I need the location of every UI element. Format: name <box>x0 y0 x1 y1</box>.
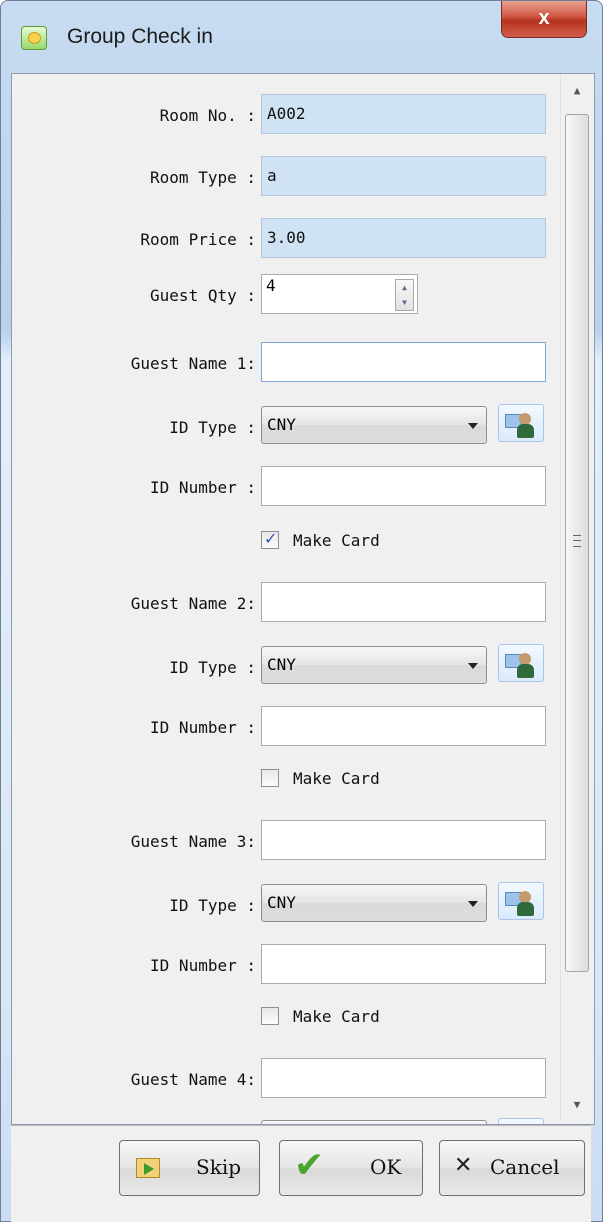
person-body-icon <box>517 664 534 678</box>
room-type-label: Room Type : <box>150 168 256 187</box>
scroll-thumb[interactable] <box>565 114 589 972</box>
guest-qty-value: 4 <box>266 276 276 295</box>
chevron-up-icon[interactable]: ▲ <box>396 280 413 295</box>
dialog-footer: Skip ✔ OK ✕ Cancel <box>11 1125 591 1222</box>
guest-name-label: Guest Name 3: <box>130 832 256 851</box>
id-type-label: ID Type : <box>169 896 256 915</box>
guest-3-read-id-button[interactable] <box>498 882 544 920</box>
guest-2-id-number-input[interactable] <box>261 706 546 746</box>
skip-button[interactable]: Skip <box>119 1140 260 1196</box>
make-card-label: Make Card <box>293 1007 380 1026</box>
guest-1-read-id-button[interactable] <box>498 404 544 442</box>
room-no-field: A002 <box>261 94 546 134</box>
guest-3-id-number-row: ID Number : <box>12 944 572 988</box>
id-type-value: CNY <box>267 655 296 674</box>
guest-2-read-id-button[interactable] <box>498 644 544 682</box>
window-title: Group Check in <box>67 25 213 48</box>
guest-2-make-card-row[interactable]: Make Card <box>261 766 461 794</box>
guest-3-name-input[interactable] <box>261 820 546 860</box>
vertical-scrollbar[interactable]: ▲ ▼ <box>560 74 593 1122</box>
scroll-up-arrow-icon[interactable]: ▲ <box>561 76 593 106</box>
chevron-down-icon[interactable]: ▼ <box>396 295 413 310</box>
guest-1-id-number-input[interactable] <box>261 466 546 506</box>
chevron-down-icon <box>468 423 478 429</box>
id-number-label: ID Number : <box>150 956 256 975</box>
guest-3-name-row: Guest Name 3: <box>12 820 572 864</box>
stepper-buttons[interactable]: ▲ ▼ <box>395 279 414 311</box>
guest-name-label: Guest Name 4: <box>130 1070 256 1089</box>
cancel-label: Cancel <box>490 1155 560 1179</box>
room-type-field: a <box>261 156 546 196</box>
id-type-value: CNY <box>267 415 296 434</box>
guest-qty-row: Guest Qty : 4 ▲ ▼ <box>12 274 572 318</box>
guest-qty-stepper[interactable]: 4 ▲ ▼ <box>261 274 418 314</box>
ok-button[interactable]: ✔ OK <box>279 1140 423 1196</box>
guest-2-make-card-checkbox[interactable] <box>261 769 279 787</box>
guest-1-id-type-select[interactable]: CNY <box>261 406 487 444</box>
guest-4-name-row: Guest Name 4: <box>12 1058 572 1102</box>
guest-1-id-number-row: ID Number : <box>12 466 572 510</box>
room-no-row: Room No. : A002 <box>12 94 572 138</box>
room-price-field: 3.00 <box>261 218 546 258</box>
guest-3-make-card-row[interactable]: Make Card <box>261 1004 461 1032</box>
guest-3-id-type-row: ID Type : CNY <box>12 882 572 928</box>
guest-name-label: Guest Name 2: <box>130 594 256 613</box>
group-checkin-window: Group Check in x Room No. : A002 Room Ty… <box>0 0 603 1222</box>
room-type-row: Room Type : a <box>12 156 572 200</box>
person-body-icon <box>517 424 534 438</box>
id-type-label: ID Type : <box>169 658 256 677</box>
id-type-value: CNY <box>267 893 296 912</box>
ok-label: OK <box>370 1155 402 1179</box>
checkmark-icon: ✔ <box>294 1145 325 1186</box>
room-price-label: Room Price : <box>140 230 256 249</box>
guest-2-name-input[interactable] <box>261 582 546 622</box>
x-icon: ✕ <box>454 1153 473 1178</box>
guest-1-name-row: Guest Name 1: <box>12 342 572 386</box>
id-number-label: ID Number : <box>150 718 256 737</box>
guest-1-id-type-row: ID Type : CNY <box>12 404 572 450</box>
cancel-button[interactable]: ✕ Cancel <box>439 1140 585 1196</box>
checkmark-icon: ✓ <box>264 529 278 548</box>
close-button[interactable]: x <box>501 1 587 38</box>
guest-2-id-number-row: ID Number : <box>12 706 572 750</box>
guest-qty-label: Guest Qty : <box>150 286 256 305</box>
guest-3-id-type-select[interactable]: CNY <box>261 884 487 922</box>
guest-1-make-card-row[interactable]: ✓ Make Card <box>261 528 461 556</box>
chevron-down-icon <box>468 663 478 669</box>
id-number-label: ID Number : <box>150 478 256 497</box>
scroll-down-arrow-icon[interactable]: ▼ <box>561 1090 593 1120</box>
make-card-label: Make Card <box>293 531 380 550</box>
grip-icon <box>573 535 581 547</box>
skip-icon <box>136 1158 160 1178</box>
guest-2-id-type-row: ID Type : CNY <box>12 644 572 690</box>
person-body-icon <box>517 902 534 916</box>
form-panel: Room No. : A002 Room Type : a Room Price… <box>11 73 595 1125</box>
room-price-row: Room Price : 3.00 <box>12 218 572 262</box>
guest-2-id-type-select[interactable]: CNY <box>261 646 487 684</box>
guest-4-name-input[interactable] <box>261 1058 546 1098</box>
make-card-label: Make Card <box>293 769 380 788</box>
chevron-down-icon <box>468 901 478 907</box>
guest-3-id-number-input[interactable] <box>261 944 546 984</box>
room-no-label: Room No. : <box>159 106 256 125</box>
guest-1-name-input[interactable] <box>261 342 546 382</box>
id-type-label: ID Type : <box>169 418 256 437</box>
guest-3-make-card-checkbox[interactable] <box>261 1007 279 1025</box>
guest-1-make-card-checkbox[interactable]: ✓ <box>261 529 279 549</box>
skip-label: Skip <box>196 1155 242 1179</box>
title-bar: Group Check in x <box>1 1 602 73</box>
app-icon <box>21 26 47 50</box>
guest-4-read-id-button[interactable] <box>498 1118 544 1124</box>
guest-name-label: Guest Name 1: <box>130 354 256 373</box>
guest-2-name-row: Guest Name 2: <box>12 582 572 626</box>
